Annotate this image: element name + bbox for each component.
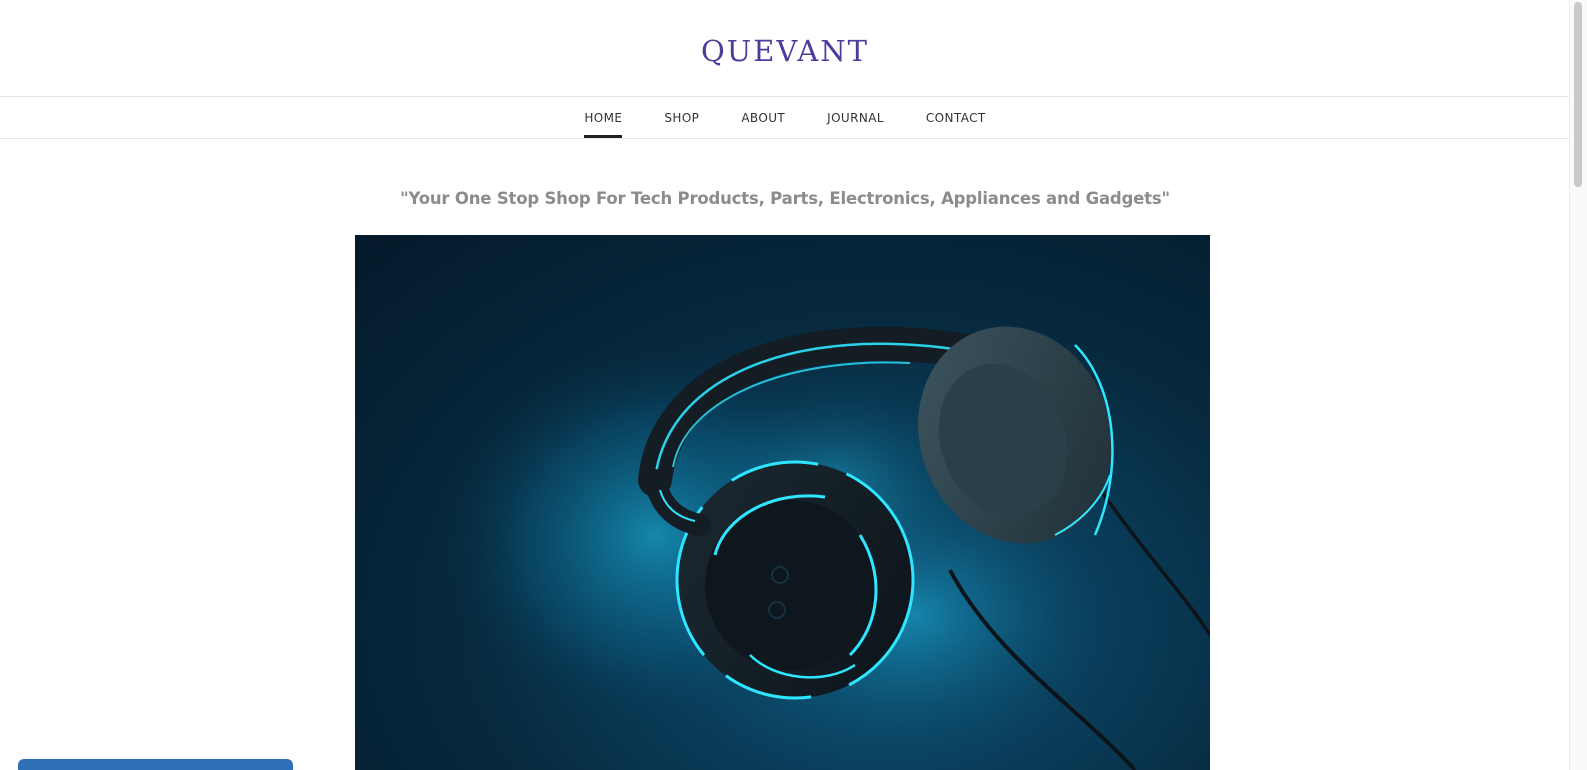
scrollbar-thumb[interactable] bbox=[1574, 2, 1582, 187]
tagline: "Your One Stop Shop For Tech Products, P… bbox=[400, 189, 1170, 208]
headphones-illustration bbox=[435, 326, 1210, 770]
page: QUEVANT HOME SHOP ABOUT JOURNAL CONTACT … bbox=[0, 0, 1587, 770]
hero-image bbox=[355, 235, 1210, 770]
nav-item-about[interactable]: ABOUT bbox=[741, 97, 785, 138]
nav-item-home[interactable]: HOME bbox=[584, 97, 623, 138]
nav-item-journal[interactable]: JOURNAL bbox=[827, 97, 884, 138]
nav-item-contact[interactable]: CONTACT bbox=[926, 97, 986, 138]
nav-item-shop[interactable]: SHOP bbox=[664, 97, 699, 138]
chat-widget-tab[interactable] bbox=[18, 759, 293, 770]
main-nav: HOME SHOP ABOUT JOURNAL CONTACT bbox=[0, 97, 1570, 139]
site-logo[interactable]: QUEVANT bbox=[701, 34, 869, 68]
site-header: QUEVANT bbox=[0, 0, 1570, 97]
scrollbar[interactable] bbox=[1569, 0, 1587, 770]
